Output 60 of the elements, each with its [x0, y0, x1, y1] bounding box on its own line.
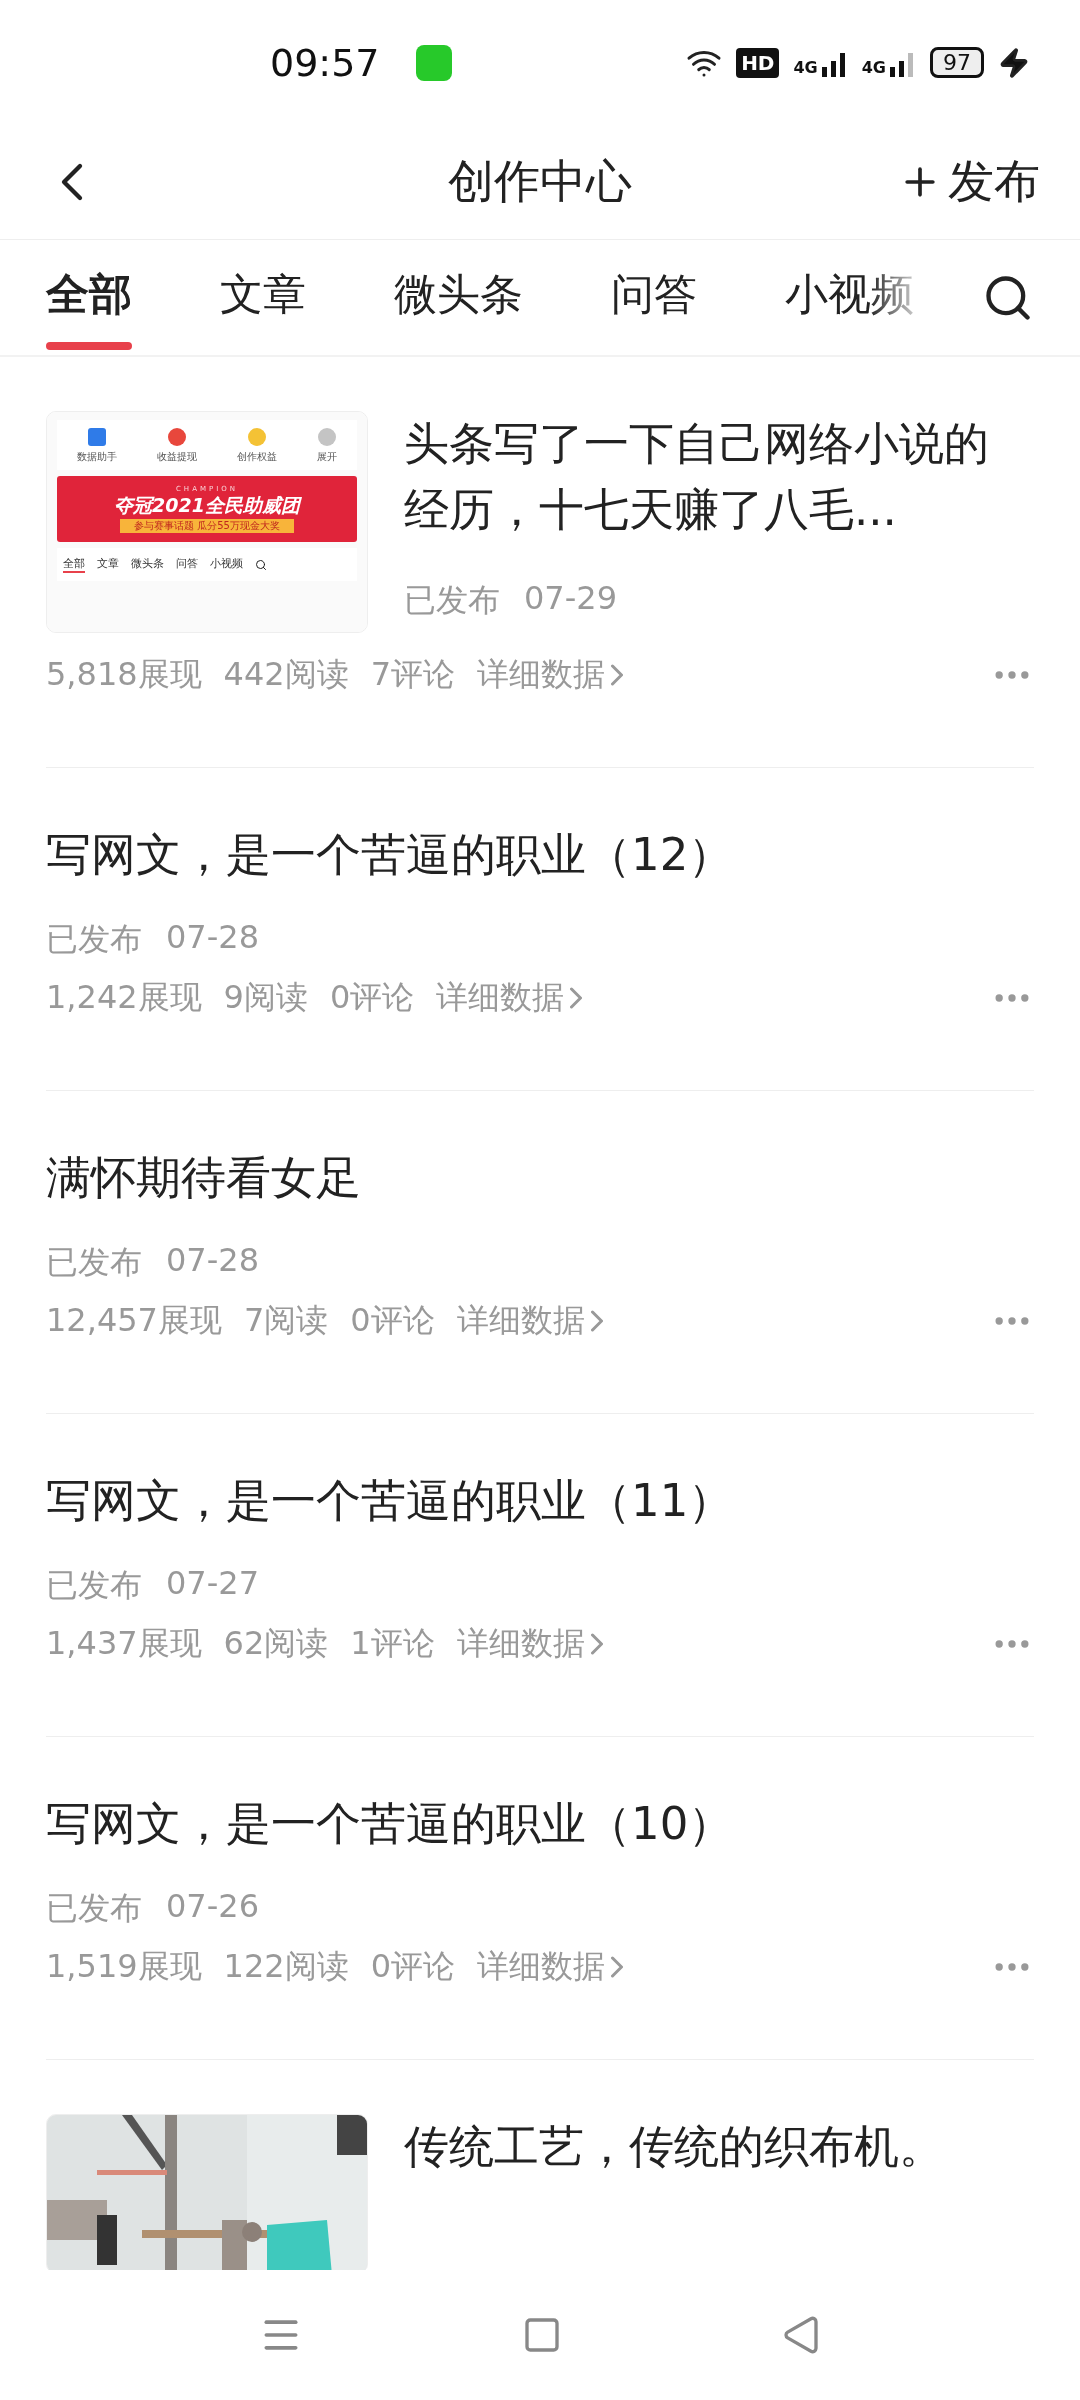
tab-label: 微头条 — [131, 556, 164, 572]
article-title[interactable]: 写网文，是一个苦逼的职业（10） — [46, 1791, 1034, 1857]
shortcut-label: 展开 — [317, 450, 337, 464]
views-count: 5,818展现 — [46, 654, 202, 695]
article-title[interactable]: 写网文，是一个苦逼的职业（11） — [46, 1468, 1034, 1534]
search-icon — [255, 558, 267, 571]
comments-count: 0评论 — [370, 1946, 456, 1987]
category-tab[interactable]: 微头条 — [394, 245, 523, 350]
category-tab[interactable]: 全部 — [46, 245, 132, 350]
article-title[interactable]: 传统工艺，传统的织布机。 — [404, 2114, 1010, 2180]
comments-count: 7评论 — [370, 654, 456, 695]
publish-date: 07-26 — [166, 1887, 259, 1927]
publish-date: 07-28 — [166, 1241, 259, 1281]
reads-count: 7阅读 — [243, 1300, 329, 1341]
publish-status: 已发布 — [46, 919, 142, 960]
article-title[interactable]: 满怀期待看女足 — [46, 1145, 1034, 1211]
reads-count: 442阅读 — [223, 654, 349, 695]
signal-indicator: 4G — [793, 48, 848, 77]
publish-status: 已发布 — [404, 580, 500, 621]
battery-level: 97 — [930, 47, 984, 78]
views-count: 1,242展现 — [46, 977, 202, 1018]
publish-status: 已发布 — [46, 1888, 142, 1929]
views-count: 12,457展现 — [46, 1300, 222, 1341]
chevron-right-icon — [611, 1956, 624, 1978]
page-title: 创作中心 — [448, 153, 632, 210]
category-tab[interactable]: 文章 — [220, 245, 306, 350]
shortcut-label: 收益提现 — [157, 450, 197, 464]
article-title[interactable]: 写网文，是一个苦逼的职业（12） — [46, 822, 1034, 888]
category-tab[interactable]: 小视频 — [785, 245, 914, 350]
reads-count: 9阅读 — [223, 977, 308, 1018]
signal-indicator: 4G — [861, 48, 916, 77]
publish-date: 07-29 — [524, 579, 617, 619]
hd-badge: HD — [736, 47, 780, 78]
comments-count: 0评论 — [329, 977, 415, 1018]
shortcut-label: 数据助手 — [77, 450, 117, 464]
publish-date: 07-28 — [166, 918, 259, 958]
tab-label: 全部 — [63, 556, 85, 573]
article-title[interactable]: 头条写了一下自己网络小说的经历，十七天赚了八毛... — [404, 411, 1010, 543]
views-count: 1,437展现 — [46, 1623, 202, 1664]
publish-date: 07-27 — [166, 1564, 259, 1604]
comments-count: 1评论 — [350, 1623, 435, 1664]
reads-count: 62阅读 — [223, 1623, 329, 1664]
publish-status: 已发布 — [46, 1565, 142, 1606]
publish-status: 已发布 — [46, 1242, 142, 1283]
tab-label: 问答 — [176, 556, 198, 572]
chevron-right-icon — [590, 1310, 603, 1332]
chevron-right-icon — [611, 664, 624, 686]
category-tab[interactable]: 问答 — [611, 245, 697, 350]
clock: 09:57 — [270, 40, 380, 85]
chevron-right-icon — [590, 1633, 603, 1655]
publish-button[interactable]: 发布 — [898, 151, 1040, 213]
app-icon — [415, 44, 452, 81]
shortcut-label: 创作权益 — [237, 450, 277, 464]
comments-count: 0评论 — [350, 1300, 435, 1341]
reads-count: 122阅读 — [223, 1946, 349, 1987]
views-count: 1,519展现 — [46, 1946, 202, 1987]
tab-label: 小视频 — [210, 556, 243, 572]
chevron-right-icon — [570, 987, 583, 1009]
tab-label: 文章 — [97, 556, 119, 572]
home-icon[interactable] — [522, 2315, 562, 2355]
